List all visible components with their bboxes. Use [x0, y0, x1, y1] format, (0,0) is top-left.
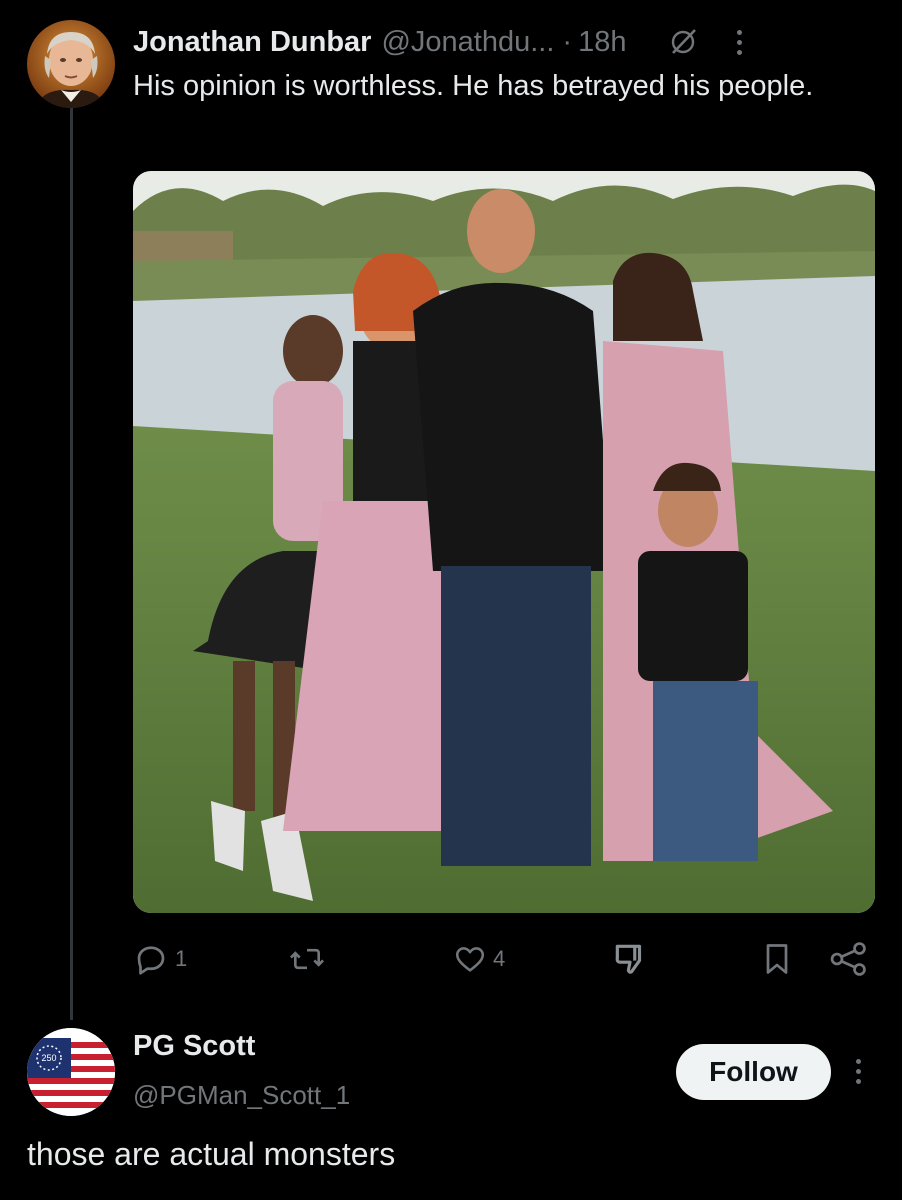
reply-author-avatar[interactable]: 250 — [27, 1028, 115, 1116]
post-header: Jonathan Dunbar @Jonathdu... · 18h — [133, 20, 882, 64]
author-name[interactable]: Jonathan Dunbar — [133, 26, 371, 59]
reply-count: 1 — [175, 946, 188, 971]
share-icon — [830, 942, 866, 976]
separator-dot: · — [562, 25, 573, 58]
reply-button[interactable]: 1 — [133, 938, 187, 980]
post-text: His opinion is worthless. He has betraye… — [133, 70, 814, 102]
heart-icon — [455, 947, 485, 972]
reply-icon — [137, 946, 165, 975]
thread-line — [70, 108, 73, 1020]
follow-button[interactable]: Follow — [676, 1044, 831, 1100]
betsy-ross-flag-avatar-icon: 250 — [27, 1028, 115, 1116]
reply-author-name[interactable]: PG Scott — [133, 1030, 255, 1063]
post-image[interactable] — [133, 171, 875, 913]
reply-text: those are actual monsters — [27, 1136, 396, 1172]
post-actions: 1 4 — [133, 938, 875, 980]
like-count: 4 — [493, 946, 506, 971]
reply-author-handle[interactable]: @PGMan_Scott_1 — [133, 1080, 350, 1111]
post-time[interactable]: 18h — [578, 26, 626, 59]
portrait-avatar-icon — [27, 20, 115, 108]
author-avatar[interactable] — [27, 20, 115, 108]
share-button[interactable] — [829, 938, 869, 980]
repost-icon — [289, 948, 325, 970]
more-options-icon[interactable] — [732, 25, 746, 59]
grok-icon[interactable] — [668, 25, 702, 59]
avatar-badge: 250 — [41, 1053, 56, 1063]
family-photo — [133, 171, 875, 913]
thumbs-down-icon — [615, 944, 642, 974]
bookmark-icon — [766, 944, 788, 974]
like-button[interactable]: 4 — [453, 938, 505, 980]
reply-more-options-icon[interactable] — [851, 1054, 865, 1088]
dislike-button[interactable] — [611, 938, 649, 980]
bookmark-button[interactable] — [761, 938, 793, 980]
author-handle[interactable]: @Jonathdu... — [381, 26, 554, 59]
repost-button[interactable] — [288, 938, 332, 980]
